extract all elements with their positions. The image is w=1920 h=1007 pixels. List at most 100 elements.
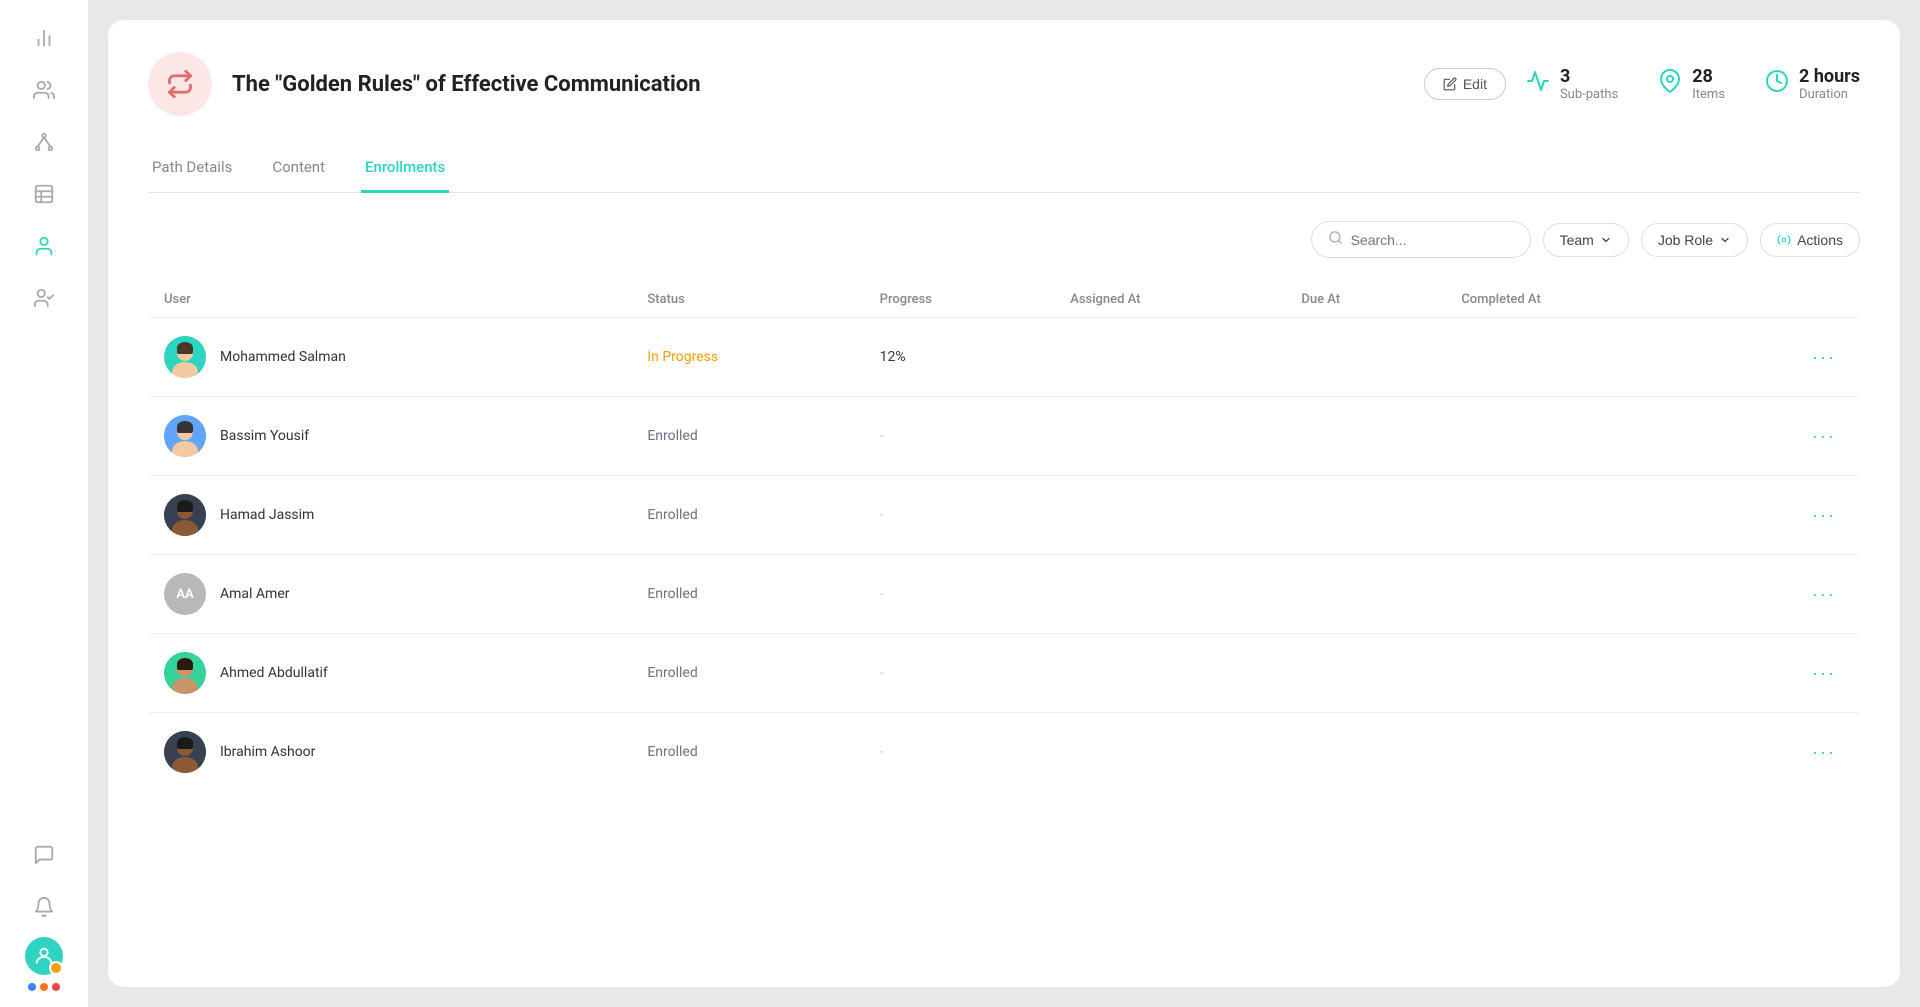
more-options-button[interactable]: ··· xyxy=(1804,659,1844,688)
users-icon[interactable] xyxy=(22,68,66,112)
content-card: The "Golden Rules" of Effective Communic… xyxy=(108,20,1900,987)
due-at-cell xyxy=(1285,634,1445,713)
user-cell: AA Amal Amer xyxy=(148,555,631,634)
items-value: 28 xyxy=(1692,66,1725,87)
progress-cell: - xyxy=(864,713,1055,792)
row-actions-cell: ··· xyxy=(1697,713,1860,792)
tab-content[interactable]: Content xyxy=(268,148,329,193)
more-options-button[interactable]: ··· xyxy=(1804,738,1844,767)
main-content: The "Golden Rules" of Effective Communic… xyxy=(88,0,1920,1007)
tab-path-details[interactable]: Path Details xyxy=(148,148,236,193)
avatar xyxy=(164,731,206,773)
status-cell: In Progress xyxy=(631,318,863,397)
more-options-button[interactable]: ··· xyxy=(1804,422,1844,451)
course-icon xyxy=(148,52,212,116)
progress-cell: - xyxy=(864,476,1055,555)
avatar xyxy=(164,652,206,694)
edit-label: Edit xyxy=(1463,76,1487,92)
status-value: Enrolled xyxy=(647,744,697,760)
status-cell: Enrolled xyxy=(631,555,863,634)
due-at-cell xyxy=(1285,555,1445,634)
user-avatar[interactable] xyxy=(25,937,63,975)
user-cell: Bassim Yousif xyxy=(148,397,631,476)
person-icon[interactable] xyxy=(22,224,66,268)
actions-label: Actions xyxy=(1797,232,1843,248)
page-header: The "Golden Rules" of Effective Communic… xyxy=(148,52,1860,116)
job-role-label: Job Role xyxy=(1658,232,1713,248)
more-options-button[interactable]: ··· xyxy=(1804,501,1844,530)
team-filter-button[interactable]: Team xyxy=(1543,223,1629,257)
completed-at-cell xyxy=(1445,713,1697,792)
progress-cell: - xyxy=(864,397,1055,476)
status-value: Enrolled xyxy=(647,665,697,681)
avatar xyxy=(164,494,206,536)
enrollments-table: User Status Progress Assigned At Due At … xyxy=(148,282,1860,791)
table-row: AA Amal Amer Enrolled - ··· xyxy=(148,555,1860,634)
course-title: The "Golden Rules" of Effective Communic… xyxy=(232,72,1404,97)
row-actions-cell: ··· xyxy=(1697,318,1860,397)
sub-paths-label: Sub-paths xyxy=(1560,87,1618,102)
assigned-at-cell xyxy=(1054,634,1285,713)
progress-value: - xyxy=(880,744,884,760)
duration-label: Duration xyxy=(1799,87,1860,102)
avatar-badge xyxy=(49,961,63,975)
progress-value: - xyxy=(880,428,884,444)
enrollments-table-container: User Status Progress Assigned At Due At … xyxy=(148,282,1860,955)
col-progress: Progress xyxy=(864,282,1055,318)
due-at-cell xyxy=(1285,397,1445,476)
progress-value: - xyxy=(880,665,884,681)
list-icon[interactable] xyxy=(22,172,66,216)
avatar xyxy=(164,415,206,457)
table-row: Bassim Yousif Enrolled - ··· xyxy=(148,397,1860,476)
job-role-filter-button[interactable]: Job Role xyxy=(1641,223,1748,257)
col-actions xyxy=(1697,282,1860,318)
items-label: Items xyxy=(1692,87,1725,102)
duration-value: 2 hours xyxy=(1799,66,1860,87)
assigned-at-cell xyxy=(1054,555,1285,634)
avatar xyxy=(164,336,206,378)
col-user: User xyxy=(148,282,631,318)
items-stat: 28 Items xyxy=(1658,66,1725,102)
status-value: Enrolled xyxy=(647,428,697,444)
header-stats: 3 Sub-paths 28 Items xyxy=(1526,66,1860,102)
user-cell: Hamad Jassim xyxy=(148,476,631,555)
sub-paths-icon xyxy=(1526,69,1550,99)
person-check-icon[interactable] xyxy=(22,276,66,320)
progress-cell: 12% xyxy=(864,318,1055,397)
user-name: Hamad Jassim xyxy=(220,507,314,523)
duration-icon xyxy=(1765,69,1789,99)
tab-enrollments[interactable]: Enrollments xyxy=(361,148,449,193)
col-status: Status xyxy=(631,282,863,318)
search-box[interactable] xyxy=(1311,221,1531,258)
chat-icon[interactable] xyxy=(22,833,66,877)
more-options-button[interactable]: ··· xyxy=(1804,580,1844,609)
more-options-button[interactable]: ··· xyxy=(1804,343,1844,372)
user-name: Ibrahim Ashoor xyxy=(220,744,315,760)
avatar: AA xyxy=(164,573,206,615)
toolbar: Team Job Role Actions xyxy=(148,221,1860,258)
sub-paths-value: 3 xyxy=(1560,66,1618,87)
duration-stat: 2 hours Duration xyxy=(1765,66,1860,102)
col-completed: Completed At xyxy=(1445,282,1697,318)
tabs: Path Details Content Enrollments xyxy=(148,148,1860,193)
team-label: Team xyxy=(1560,232,1594,248)
search-input[interactable] xyxy=(1351,232,1514,248)
due-at-cell xyxy=(1285,476,1445,555)
due-at-cell xyxy=(1285,713,1445,792)
progress-value: - xyxy=(880,586,884,602)
table-row: Mohammed Salman In Progress 12% ··· xyxy=(148,318,1860,397)
table-row: Hamad Jassim Enrolled - ··· xyxy=(148,476,1860,555)
actions-button[interactable]: Actions xyxy=(1760,223,1860,257)
due-at-cell xyxy=(1285,318,1445,397)
user-name: Bassim Yousif xyxy=(220,428,309,444)
bell-icon[interactable] xyxy=(22,885,66,929)
table-row: Ahmed Abdullatif Enrolled - ··· xyxy=(148,634,1860,713)
progress-value: 12% xyxy=(880,349,906,365)
row-actions-cell: ··· xyxy=(1697,397,1860,476)
chart-icon[interactable] xyxy=(22,16,66,60)
progress-cell: - xyxy=(864,555,1055,634)
assigned-at-cell xyxy=(1054,318,1285,397)
sidebar-dots xyxy=(28,983,60,991)
edit-button[interactable]: Edit xyxy=(1424,68,1506,100)
network-icon[interactable] xyxy=(22,120,66,164)
